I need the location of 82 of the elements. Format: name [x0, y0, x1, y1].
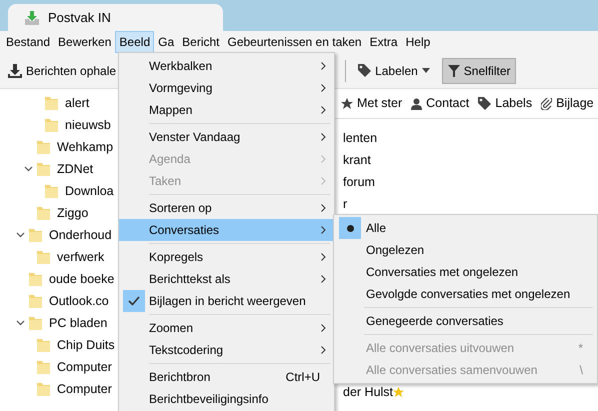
message-subject[interactable]: forum: [343, 172, 375, 192]
folder-icon: [44, 96, 59, 110]
message-subject[interactable]: lenten: [343, 128, 378, 148]
filter-button[interactable]: Contact: [411, 94, 470, 113]
window-tab[interactable]: Postvak IN: [8, 4, 223, 31]
folder-icon: [28, 272, 43, 286]
folder-name[interactable]: oude boeke: [49, 270, 114, 288]
folder-name[interactable]: Onderhoud: [49, 226, 112, 244]
menu-item[interactable]: Genegeerde conversaties: [334, 310, 597, 332]
folder-icon: [36, 338, 51, 352]
chevron-down-icon[interactable]: [16, 320, 25, 326]
filter-icon: [448, 64, 460, 76]
person-icon: [411, 98, 422, 110]
folder-name[interactable]: Computer: [57, 380, 112, 398]
folder-name[interactable]: Chip Duits: [57, 336, 115, 354]
menu-item[interactable]: Ongelezen: [334, 239, 597, 261]
folder-name[interactable]: verfwerk: [57, 248, 104, 266]
menu-item[interactable]: Sorteren op: [119, 197, 334, 219]
folder-icon: [36, 162, 51, 176]
filter-button[interactable]: Labels: [478, 94, 532, 113]
folder-icon: [44, 184, 59, 198]
menu-item[interactable]: Ga: [154, 31, 178, 53]
radio-dot-icon: [346, 224, 354, 232]
menu-item[interactable]: Gevolgde conversaties met ongelezen: [334, 283, 597, 305]
folder-icon: [28, 294, 43, 308]
get-messages-button[interactable]: Berichten ophale: [2, 58, 118, 84]
inbox-icon: [24, 10, 40, 26]
folder-name[interactable]: Ziggo: [57, 204, 88, 222]
tag-icon: [358, 64, 372, 77]
folder-name[interactable]: Wehkamp: [57, 138, 114, 156]
menu-item[interactable]: Bewerken: [54, 31, 116, 53]
menu-item[interactable]: Alle: [334, 217, 597, 239]
tag-icon: [478, 97, 492, 110]
folder-icon: [36, 360, 51, 374]
menu-item[interactable]: Venster Vandaag: [119, 126, 334, 148]
menu-item[interactable]: Gebeurtenissen en taken: [224, 31, 366, 53]
download-icon: [8, 64, 22, 78]
check-icon: [128, 296, 140, 306]
menu-item[interactable]: Help: [402, 31, 434, 53]
menu-item[interactable]: Berichtbeveiligingsinfo: [119, 388, 334, 410]
folder-name[interactable]: alert: [65, 94, 90, 112]
folder-name[interactable]: Downloa: [65, 182, 114, 200]
menu-item[interactable]: Werkbalken: [119, 55, 334, 77]
menu-item[interactable]: Beeld: [115, 31, 154, 53]
menu-item[interactable]: Bestand: [2, 31, 54, 53]
menu-item[interactable]: Conversaties: [119, 219, 334, 241]
folder-name[interactable]: Outlook.co: [49, 292, 109, 310]
folder-icon: [36, 140, 51, 154]
menu-item[interactable]: Bericht: [178, 31, 224, 53]
folder-icon: [28, 316, 43, 330]
folder-name[interactable]: ZDNet: [57, 160, 94, 178]
menu-item[interactable]: Bijlagen in bericht weergeven: [119, 290, 334, 312]
menu-item[interactable]: Extra: [366, 31, 402, 53]
message-subject[interactable]: der Hulst: [343, 382, 394, 402]
folder-icon: [36, 206, 51, 220]
star-icon: [341, 98, 353, 110]
menu-item[interactable]: Tekstcodering: [119, 339, 334, 361]
filter-button[interactable]: Bijlage: [541, 94, 594, 113]
menu-item[interactable]: Conversaties met ongelezen: [334, 261, 597, 283]
filter-button[interactable]: Met ster: [341, 94, 402, 113]
menu-item[interactable]: Berichtbron Ctrl+U: [119, 366, 334, 388]
folder-icon: [36, 382, 51, 396]
folder-name[interactable]: PC bladen: [49, 314, 108, 332]
folder-icon: [36, 250, 51, 264]
folder-icon: [28, 228, 43, 242]
menu-item[interactable]: Vormgeving: [119, 77, 334, 99]
tab-title: Postvak IN: [48, 8, 111, 27]
paperclip-icon: [541, 98, 552, 110]
tag-button[interactable]: Labelen: [352, 58, 436, 84]
quick-filter-button[interactable]: Snelfilter: [442, 58, 516, 84]
folder-name[interactable]: Computer: [57, 358, 112, 376]
caret-icon: [422, 68, 430, 73]
menu-item[interactable]: Zoomen: [119, 317, 334, 339]
menu-item[interactable]: Mappen: [119, 99, 334, 121]
folder-icon: [44, 118, 59, 132]
message-subject[interactable]: krant: [343, 150, 371, 170]
menu-item[interactable]: Kopregels: [119, 246, 334, 268]
chevron-down-icon[interactable]: [16, 232, 25, 238]
folder-name[interactable]: nieuwsb: [65, 116, 111, 134]
chevron-down-icon[interactable]: [24, 166, 33, 172]
message-subject[interactable]: r: [343, 194, 348, 214]
menu-item[interactable]: Berichttekst als: [119, 268, 334, 290]
